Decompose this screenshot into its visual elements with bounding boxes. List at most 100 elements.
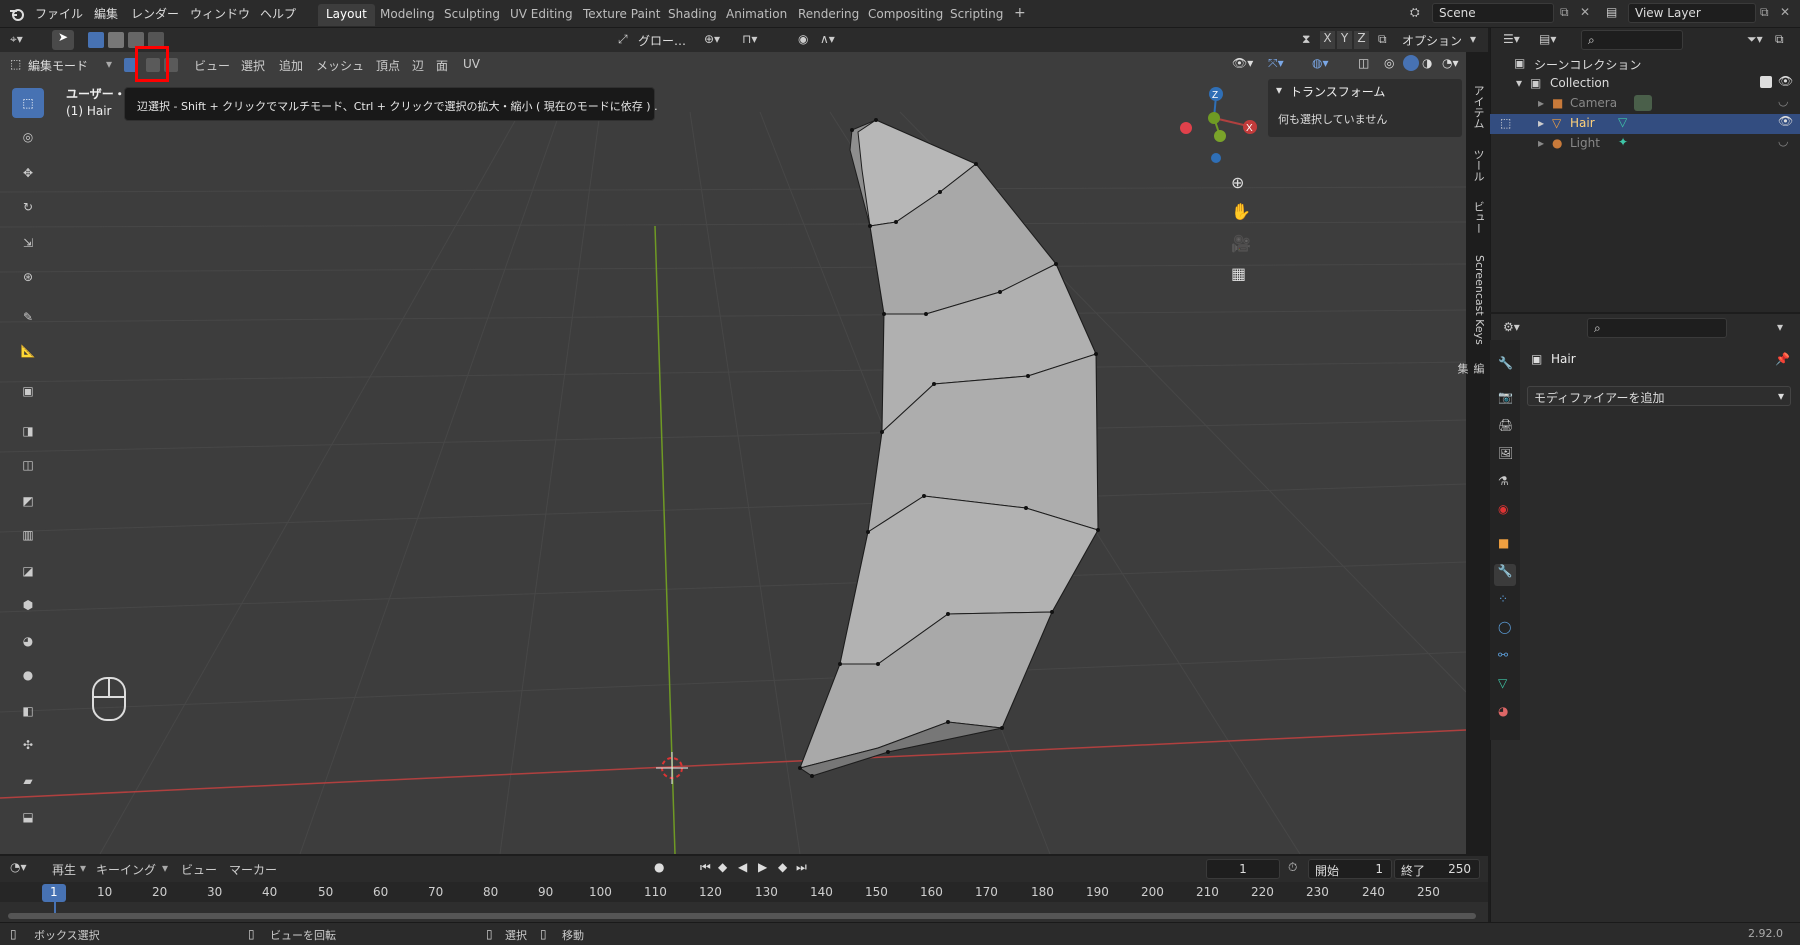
object-props-icon[interactable]: ■ — [1498, 536, 1509, 550]
navigation-gizmo[interactable]: Z X — [1180, 87, 1257, 163]
new-collection-icon[interactable]: ⧉ — [1775, 32, 1784, 47]
jump-end-icon[interactable]: ⏭ — [796, 860, 807, 875]
material-shading-icon[interactable]: ◑ — [1422, 56, 1432, 70]
menu-window[interactable]: ウィンドウ — [190, 5, 250, 22]
clock-icon[interactable]: ⏱ — [1288, 860, 1297, 875]
menu-vertex[interactable]: 頂点 — [376, 57, 400, 74]
expand-icon[interactable]: ▸ — [1538, 116, 1544, 130]
tab-item[interactable]: アイテム — [1468, 85, 1486, 129]
scene-field[interactable]: Scene — [1432, 3, 1554, 23]
mirror-y-button[interactable]: Y — [1337, 31, 1352, 49]
view-layer-field[interactable]: View Layer — [1628, 3, 1756, 23]
tab-compositing[interactable]: Compositing — [860, 4, 951, 26]
tab-tool[interactable]: ツール — [1468, 149, 1486, 182]
end-frame-field[interactable]: 終了 250 — [1394, 859, 1480, 879]
menu-help[interactable]: ヘルプ — [260, 5, 296, 22]
outliner-row-scene-collection[interactable]: ▣ シーンコレクション — [1490, 54, 1800, 74]
outliner-row-camera[interactable]: ▸ ■ Camera ◡ — [1490, 94, 1800, 114]
menu-render[interactable]: レンダー — [131, 5, 179, 22]
keying-chevron-icon[interactable]: ▾ — [162, 861, 168, 875]
pan-hand-icon[interactable]: ✋ — [1231, 202, 1251, 221]
menu-select[interactable]: 選択 — [241, 57, 265, 74]
output-props-icon[interactable]: 🖨 — [1498, 418, 1513, 432]
menu-add[interactable]: 追加 — [279, 57, 303, 74]
rendered-shading-icon[interactable]: ◔▾ — [1442, 56, 1459, 70]
tab-edit[interactable]: 編集 — [1456, 363, 1486, 379]
pivot-point-icon[interactable]: ⊕▾ — [704, 32, 720, 46]
proportional-edit-icon[interactable]: ◉ — [798, 32, 808, 46]
timeline-editor-icon[interactable]: ◔▾ — [10, 860, 27, 874]
expand-collection-icon[interactable]: ▾ — [1516, 76, 1522, 90]
menu-marker[interactable]: マーカー — [229, 861, 277, 878]
tab-scripting[interactable]: Scripting — [942, 4, 1011, 26]
overlay-toggle-icon[interactable]: ◍▾ — [1312, 56, 1329, 70]
modifier-props-icon[interactable]: 🔧 — [1494, 564, 1516, 586]
data-props-icon[interactable]: ▽ — [1498, 676, 1507, 690]
world-props-icon[interactable]: ◉ — [1498, 502, 1508, 516]
blender-logo-icon[interactable] — [8, 6, 26, 22]
outliner-row-hair[interactable]: ⬚ ▸ ▽ Hair ▽ 👁 — [1490, 114, 1800, 134]
cursor-tool[interactable]: ◎ — [12, 122, 44, 152]
delete-view-layer-icon[interactable]: ✕ — [1780, 5, 1790, 19]
view-layer-icon[interactable]: ▤ — [1606, 5, 1617, 19]
editor-type-icon[interactable]: ⌖▾ — [10, 32, 23, 47]
select-box-tool[interactable]: ⬚ — [12, 88, 44, 118]
tab-rendering[interactable]: Rendering — [790, 4, 867, 26]
tab-uv-editing[interactable]: UV Editing — [502, 4, 581, 26]
scale-tool[interactable]: ⇲ — [12, 228, 44, 258]
spin-tool[interactable]: ◕ — [12, 626, 44, 656]
wireframe-shading-icon[interactable]: ◎ — [1384, 56, 1394, 70]
menu-edit[interactable]: 編集 — [94, 5, 118, 22]
add-cube-tool[interactable]: ▣ — [12, 376, 44, 406]
annotate-tool[interactable]: ✎ — [12, 302, 44, 332]
outliner-editor-icon[interactable]: ☰▾ — [1503, 32, 1520, 46]
tab-shading[interactable]: Shading — [660, 4, 725, 26]
menu-view[interactable]: ビュー — [194, 57, 230, 74]
move-tool[interactable]: ✥ — [12, 158, 44, 188]
zoom-icon[interactable]: ⊕ — [1231, 173, 1244, 192]
mirror-icon[interactable]: ⧗ — [1302, 32, 1310, 47]
jump-start-icon[interactable]: ⏮ — [700, 860, 711, 875]
rotate-tool[interactable]: ↻ — [12, 192, 44, 222]
collection-checkbox[interactable] — [1760, 76, 1772, 88]
gizmo-toggle-icon[interactable]: ⤧▾ — [1268, 56, 1284, 71]
inset-tool[interactable]: ◫ — [12, 450, 44, 480]
solid-shading-icon[interactable] — [1403, 55, 1419, 71]
expand-icon[interactable]: ▸ — [1538, 96, 1544, 110]
shrink-fatten-tool[interactable]: ✣ — [12, 730, 44, 760]
filter-icon[interactable]: ⏷▾ — [1747, 32, 1763, 47]
constraints-props-icon[interactable]: ⚯ — [1498, 648, 1508, 662]
falloff-icon[interactable]: ∧▾ — [820, 32, 835, 46]
menu-file[interactable]: ファイル — [35, 5, 83, 22]
delete-scene-icon[interactable]: ✕ — [1580, 5, 1590, 19]
tab-layout[interactable]: Layout — [318, 4, 375, 26]
options-chevron-icon[interactable]: ▾ — [1470, 32, 1476, 46]
menu-uv[interactable]: UV — [463, 57, 480, 71]
play-icon[interactable]: ▶ — [758, 860, 767, 874]
properties-editor-icon[interactable]: ⚙▾ — [1503, 320, 1520, 334]
hair-mesh[interactable] — [798, 118, 1100, 778]
bevel-tool[interactable]: ◩ — [12, 486, 44, 516]
rip-tool[interactable]: ⬓ — [12, 802, 44, 832]
add-workspace-button[interactable]: + — [1006, 2, 1034, 24]
menu-edge[interactable]: 辺 — [412, 57, 424, 74]
transform-tool[interactable]: ⊛ — [12, 262, 44, 292]
tab-modeling[interactable]: Modeling — [372, 4, 443, 26]
mode-chevron-icon[interactable]: ▾ — [106, 57, 112, 71]
menu-keying[interactable]: キーイング — [96, 861, 156, 878]
scene-props-icon[interactable]: ⚗ — [1498, 474, 1509, 488]
tab-screencast-keys[interactable]: Screencast Keys — [1468, 255, 1486, 345]
transform-panel-header[interactable]: トランスフォーム — [1290, 83, 1385, 100]
auto-merge-icon[interactable]: ⧉ — [1378, 32, 1387, 47]
transform-orientation-dropdown[interactable]: グロー… — [638, 32, 686, 49]
shear-tool[interactable]: ▰ — [12, 766, 44, 796]
extrude-tool[interactable]: ◨ — [12, 416, 44, 446]
properties-search[interactable]: ⌕ — [1587, 318, 1727, 338]
perspective-grid-icon[interactable]: ▦ — [1231, 264, 1246, 283]
record-icon[interactable]: ● — [654, 860, 664, 874]
new-scene-icon[interactable]: ⧉ — [1560, 5, 1569, 20]
snap-icon[interactable]: ⊓▾ — [742, 32, 757, 46]
select-tool-icon[interactable]: ➤ — [52, 30, 74, 50]
collapse-icon[interactable]: ▾ — [1276, 83, 1282, 97]
knife-tool[interactable]: ◪ — [12, 556, 44, 586]
